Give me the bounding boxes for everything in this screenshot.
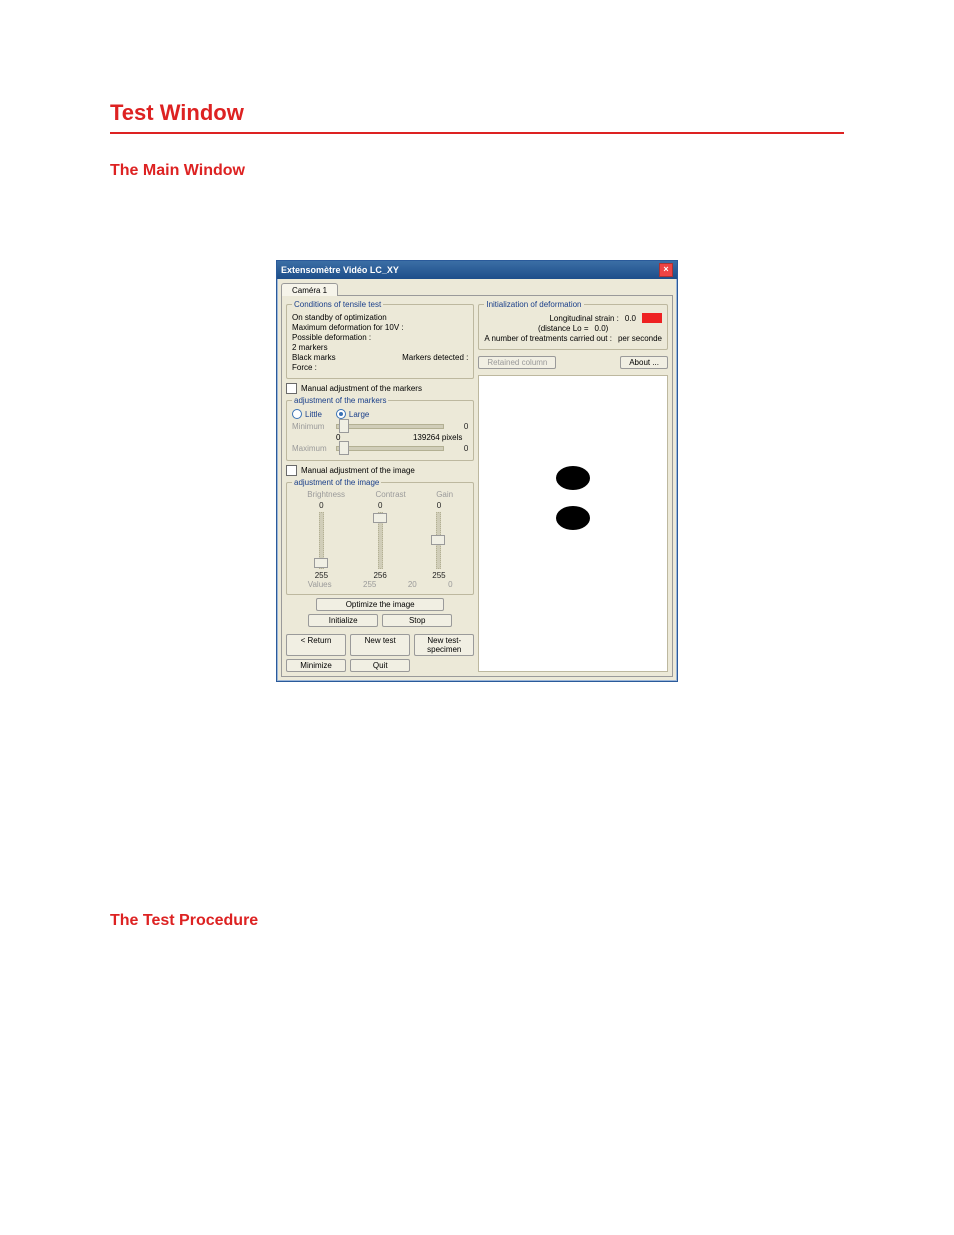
retained-column-button[interactable]: Retained column [478,356,556,369]
radio-icon [336,409,346,419]
radio-little-label: Little [305,410,322,419]
visualization-group: Initialization of deformation Longitudin… [478,300,668,350]
distance-label: (distance Lo = [538,324,588,333]
new-test-button[interactable]: New test [350,634,410,656]
radio-little[interactable]: Little [292,409,322,419]
cond-line-4: 2 markers [292,343,328,352]
checkbox-icon [286,465,297,476]
cond-line-2: Maximum deformation for 10V : [292,323,404,332]
gain-top: 0 [437,501,441,510]
markers-legend: adjustment of the markers [292,396,388,405]
cond-line-5a: Black marks [292,353,336,362]
image-check-label: Manual adjustment of the image [301,466,415,475]
quit-button[interactable]: Quit [350,659,410,672]
values-2: 20 [408,580,417,589]
new-specimen-button[interactable]: New test-specimen [414,634,474,656]
checkbox-icon [286,383,297,394]
long-strain-value: 0.0 [625,314,636,323]
app-window: Extensomètre Vidéo LC_XY × Caméra 1 Cond… [276,260,678,682]
brightness-top: 0 [319,501,323,510]
radio-icon [292,409,302,419]
values-3: 0 [448,580,452,589]
window-title: Extensomètre Vidéo LC_XY [281,265,399,275]
section-heading-test-procedure: The Test Procedure [110,912,844,930]
tab-camera-1[interactable]: Caméra 1 [281,283,338,296]
gain-slider[interactable] [436,512,441,569]
contrast-bot: 256 [373,571,386,580]
max-value: 0 [448,444,468,453]
max-slider[interactable] [336,446,444,451]
brightness-slider[interactable] [319,512,324,569]
optimize-button[interactable]: Optimize the image [316,598,444,611]
conditions-legend: Conditions of tensile test [292,300,383,309]
camera-preview [478,375,668,672]
marker-dot-1 [556,466,590,490]
return-button[interactable]: < Return [286,634,346,656]
page-title: Test Window [110,100,844,126]
min-label: Minimum [292,422,332,431]
radio-large[interactable]: Large [336,409,369,419]
cond-line-3: Possible deformation : [292,333,371,342]
marker-dot-2 [556,506,590,530]
image-checkbox[interactable]: Manual adjustment of the image [286,465,474,476]
image-group: adjustment of the image Brightness Contr… [286,478,474,595]
minimize-button[interactable]: Minimize [286,659,346,672]
values-label: Values [308,580,332,589]
rule [110,132,844,134]
long-strain-label: Longitudinal strain : [549,314,618,323]
conditions-group: Conditions of tensile test On standby of… [286,300,474,379]
gain-label: Gain [436,490,453,499]
values-1: 255 [363,580,376,589]
markers-check-label: Manual adjustment of the markers [301,384,422,393]
initialize-button[interactable]: Initialize [308,614,378,627]
cond-line-5b: Markers detected : [402,353,468,362]
markers-group: adjustment of the markers Little Large [286,396,474,461]
close-icon[interactable]: × [659,263,673,277]
min-slider[interactable] [336,424,444,429]
visualization-legend: Initialization of deformation [484,300,583,309]
gain-bot: 255 [432,571,445,580]
contrast-label: Contrast [376,490,406,499]
strain-indicator [642,313,662,323]
image-legend: adjustment of the image [292,478,381,487]
treatments-unit: per seconde [618,334,662,343]
min-value: 0 [448,422,468,431]
about-button[interactable]: About ... [620,356,668,369]
brightness-label: Brightness [307,490,345,499]
contrast-slider[interactable] [378,512,383,569]
mid-pixels: 139264 pixels [413,433,462,442]
section-heading-main-window: The Main Window [110,162,844,180]
max-label: Maximum [292,444,332,453]
treatments-label: A number of treatments carried out : [484,334,612,343]
contrast-top: 0 [378,501,382,510]
radio-large-label: Large [349,410,369,419]
titlebar[interactable]: Extensomètre Vidéo LC_XY × [277,261,677,279]
stop-button[interactable]: Stop [382,614,452,627]
cond-line-6: Force : [292,363,317,372]
brightness-bot: 255 [315,571,328,580]
distance-value: 0.0) [595,324,609,333]
markers-checkbox[interactable]: Manual adjustment of the markers [286,383,474,394]
cond-line-1: On standby of optimization [292,313,387,322]
